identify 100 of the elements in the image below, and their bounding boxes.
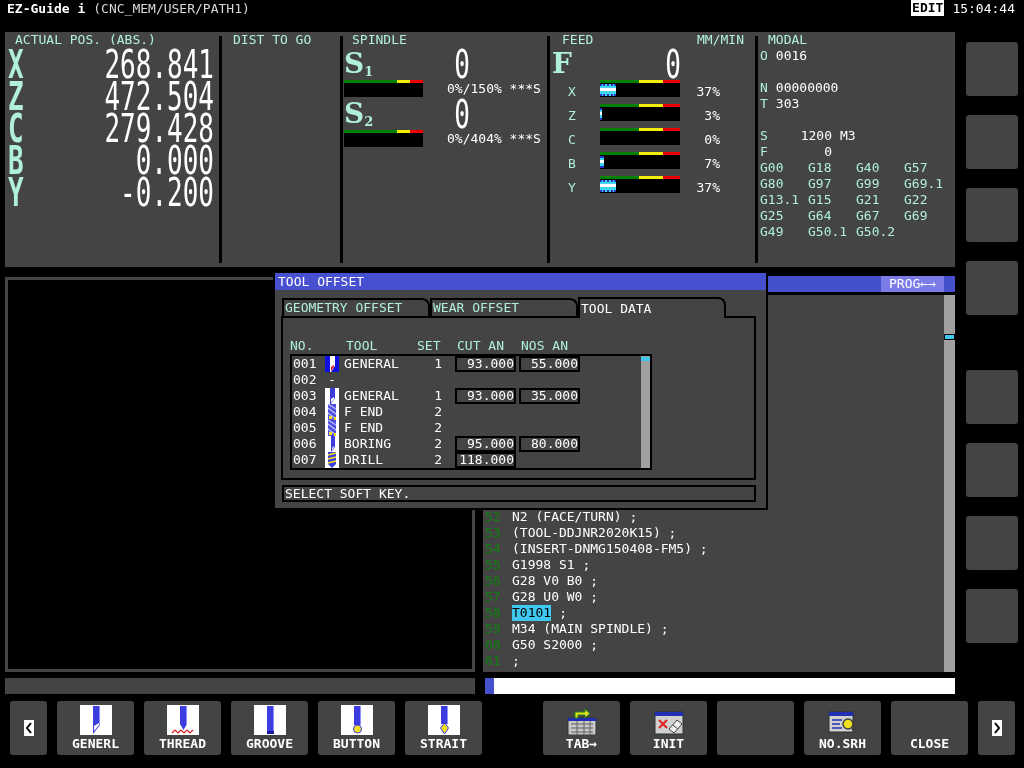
- softkey-button[interactable]: STRAIT: [405, 701, 482, 755]
- spindle-label: S$_{2}$: [344, 97, 374, 130]
- tool-set: 2: [433, 420, 442, 436]
- chevron-right-icon: [991, 720, 1002, 736]
- modal-label: N: [760, 80, 768, 96]
- modal-label: O: [760, 48, 768, 64]
- g-code: G50.1: [808, 224, 849, 240]
- g-code: G80: [760, 176, 785, 192]
- side-softkey-button[interactable]: [966, 42, 1018, 96]
- code-line: N2 (FACE/TURN) ;: [512, 509, 638, 525]
- line-number: 54: [485, 541, 502, 557]
- line-number: 52: [485, 509, 502, 525]
- code-line: ;: [512, 653, 520, 669]
- nose-angle-field[interactable]: 55.000: [519, 356, 580, 372]
- g-code: G67: [856, 208, 881, 224]
- program-path: (CNC_MEM/USER/PATH1): [93, 1, 250, 17]
- side-softkey-button[interactable]: [966, 115, 1018, 169]
- g-code: G49: [760, 224, 785, 240]
- softkey-button[interactable]: INIT: [630, 701, 707, 755]
- softkey-button[interactable]: TAB→: [543, 701, 620, 755]
- panel-heading: DIST TO GO: [232, 32, 313, 48]
- side-softkey-button[interactable]: [966, 589, 1018, 643]
- feed-override: 7%: [703, 155, 720, 173]
- turning-tool-icon: [79, 705, 112, 735]
- grooving-tool-icon: [253, 705, 286, 735]
- scrollbar[interactable]: [641, 356, 650, 468]
- softkey-button[interactable]: THREAD: [144, 701, 221, 755]
- g-code: G64: [808, 208, 833, 224]
- g-code: G18: [808, 160, 833, 176]
- tool-set: 1: [433, 388, 442, 404]
- g-code: G40: [856, 160, 881, 176]
- scrollbar-thumb[interactable]: [944, 334, 955, 340]
- axis-label: C: [567, 131, 577, 149]
- cutting-angle-field[interactable]: 93.000: [455, 388, 516, 404]
- feed-override: 37%: [695, 179, 720, 197]
- g-code: G22: [904, 192, 929, 208]
- tab[interactable]: TOOL DATA: [578, 297, 726, 318]
- panel-heading: MODAL: [767, 32, 809, 48]
- input-field[interactable]: [485, 678, 955, 694]
- line-number: 60: [485, 637, 502, 653]
- tab[interactable]: WEAR OFFSET: [430, 298, 578, 316]
- modal-value: 0016: [775, 48, 808, 64]
- side-softkey-button[interactable]: [966, 516, 1018, 570]
- modal-label: S: [760, 128, 768, 144]
- g-code: G25: [760, 208, 785, 224]
- tool-number: 001: [292, 356, 318, 372]
- modal-value: 0: [823, 144, 832, 160]
- line-number: 61: [485, 653, 502, 669]
- scrollbar-thumb[interactable]: [641, 357, 650, 361]
- tool-set: 2: [433, 436, 442, 452]
- previous-page-button[interactable]: [10, 701, 47, 755]
- text-cursor-icon: [485, 678, 494, 694]
- g-code: G21: [856, 192, 881, 208]
- cutting-angle-field[interactable]: 118.000: [455, 452, 516, 468]
- modal-unit: M3: [840, 128, 856, 144]
- panel-heading: ACTUAL POS. (ABS.): [14, 32, 157, 48]
- chevron-left-icon: [23, 720, 34, 736]
- blank-softkey-button[interactable]: [717, 701, 794, 755]
- tab[interactable]: GEOMETRY OFFSET: [282, 298, 430, 316]
- tool-name: -: [328, 372, 336, 387]
- axis-label: X: [567, 83, 577, 101]
- tool-name: GENERAL: [344, 388, 400, 404]
- line-number: 56: [485, 573, 502, 589]
- side-softkey-button[interactable]: [966, 188, 1018, 242]
- softkey-button[interactable]: BUTTON: [318, 701, 395, 755]
- cutting-angle-field[interactable]: 93.000: [455, 356, 516, 372]
- axis-label: Y: [567, 179, 577, 197]
- column-header: SET: [417, 338, 442, 354]
- nose-angle-field[interactable]: 80.000: [519, 436, 580, 452]
- g-code: G69.1: [904, 176, 945, 192]
- side-softkey-button[interactable]: [966, 261, 1018, 315]
- g-code: G15: [808, 192, 833, 208]
- softkey-button[interactable]: GROOVE: [231, 701, 308, 755]
- axis-label: Z: [567, 107, 577, 125]
- column-header: NOS AN: [521, 338, 568, 354]
- axis-position: 268.841: [104, 49, 214, 79]
- spindle-override: 0%/404% ***S: [447, 131, 541, 147]
- tool-number: 003: [292, 388, 318, 404]
- tool-number: 007: [292, 452, 318, 468]
- next-page-button[interactable]: [978, 701, 1015, 755]
- nose-angle-field[interactable]: 35.000: [519, 388, 580, 404]
- code-line: G28 U0 W0 ;: [512, 589, 599, 605]
- softkey-button[interactable]: GENERL: [57, 701, 134, 755]
- side-softkey-button[interactable]: [966, 443, 1018, 497]
- softkey-button[interactable]: NO.SRH: [804, 701, 881, 755]
- column-header: NO.: [290, 338, 315, 354]
- tool-set: 1: [433, 356, 442, 372]
- tool-number: 005: [292, 420, 318, 436]
- side-softkey-button[interactable]: [966, 370, 1018, 424]
- column-header: CUT AN: [457, 338, 505, 354]
- modal-label: F: [760, 144, 768, 160]
- tool-number: 006: [292, 436, 318, 452]
- softkey-button[interactable]: CLOSE: [891, 701, 968, 755]
- line-number: 55: [485, 557, 502, 573]
- app-title: EZ-Guide i: [7, 1, 86, 17]
- tool-name: BORING: [344, 436, 392, 452]
- cutting-angle-field[interactable]: 95.000: [455, 436, 516, 452]
- scrollbar[interactable]: [944, 295, 955, 672]
- axis-label: Z: [8, 81, 24, 111]
- axis-label: Y: [8, 177, 24, 207]
